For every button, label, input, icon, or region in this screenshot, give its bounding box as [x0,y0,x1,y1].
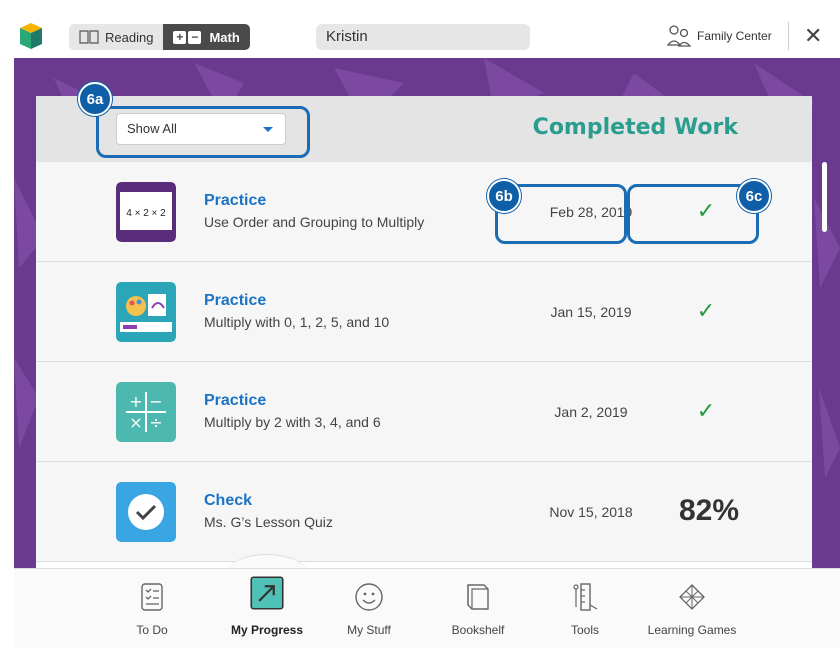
callout-badge-6b: 6b [487,179,521,213]
family-center-button[interactable]: Family Center [667,25,772,47]
tab-reading-label: Reading [105,29,154,45]
nav-label: My Progress [230,623,304,637]
nav-label: To Do [136,623,168,637]
quiz-score: 82% [678,494,740,527]
nav-label: Learning Games [647,623,737,637]
svg-text:×: × [129,413,142,432]
list-item[interactable]: Practice Multiply with 0, 1, 2, 5, and 1… [36,262,812,362]
calculator-icon: + − × ÷ [116,382,176,442]
triangles-icon [679,584,705,610]
family-center-label: Family Center [697,29,772,43]
activity-type[interactable]: Practice [204,292,266,310]
progress-arrow-icon [250,576,284,610]
nav-item-my-progress[interactable]: My Progress [217,569,317,648]
tab-reading[interactable]: Reading [69,24,164,50]
svg-text:−: − [149,392,162,411]
nav-item-to-do[interactable]: To Do [102,569,202,648]
list-item[interactable]: + − × ÷ Practice Multiply by 2 with 3, 4… [36,362,812,462]
plus-minus-icon: + − [173,30,203,44]
ruler-icon [573,583,598,611]
close-icon[interactable]: ✕ [804,23,822,49]
check-icon: ✓ [696,298,716,323]
multiplication-card-icon: 4 × 2 × 2 [116,182,176,242]
activity-type[interactable]: Check [204,492,252,510]
activity-description: Multiply with 0, 1, 2, 5, and 10 [204,314,390,330]
checklist-icon [141,583,163,611]
check-icon: ✓ [696,398,716,423]
nav-item-learning-games[interactable]: Learning Games [642,569,742,648]
nav-label: Bookshelf [451,623,505,637]
smiley-icon [355,583,383,611]
bottom-nav: To Do My Progress My Stuff Bookshelf Too… [14,568,840,648]
activity-description: Ms. G’s Lesson Quiz [204,514,333,530]
nav-item-my-stuff[interactable]: My Stuff [319,569,419,648]
callout-badge-6a: 6a [78,82,112,116]
callout-filter-box [96,106,310,158]
nav-item-bookshelf[interactable]: Bookshelf [428,569,528,648]
subject-toggle: Reading + − Math [69,24,250,50]
nav-label: My Stuff [347,623,391,637]
completion-date: Jan 15, 2019 [550,304,632,320]
svg-text:+: + [129,392,142,411]
svg-text:÷: ÷ [149,413,162,432]
completion-date: Nov 15, 2018 [549,504,633,520]
activity-type[interactable]: Practice [204,392,266,410]
list-item[interactable]: Check Ms. G’s Lesson Quiz Nov 15, 2018 8… [36,462,812,562]
callout-badge-6c: 6c [737,179,771,213]
nav-label: Tools [570,623,599,637]
scrollbar[interactable] [822,162,827,232]
card-text: 4 × 2 × 2 [126,208,166,219]
activity-type[interactable]: Practice [204,192,266,210]
top-bar: Reading + − Math Kristin Family Center ✕ [14,14,840,59]
logo-icon [20,23,42,49]
student-name[interactable]: Kristin [316,24,530,50]
divider [788,22,789,50]
people-icon [667,25,691,47]
activity-description: Use Order and Grouping to Multiply [204,214,425,230]
nav-item-tools[interactable]: Tools [535,569,635,648]
completion-date: Jan 2, 2019 [554,404,628,420]
app-frame: Reading +− Math Kristin Family Center ✕ [14,14,840,648]
activity-description: Multiply by 2 with 3, 4, and 6 [204,414,381,430]
page-title: Completed Work [532,115,738,140]
book-icon [467,584,489,610]
quiz-check-icon [116,482,176,542]
tab-math-label: Math [209,29,240,45]
palette-chameleon-icon [116,282,176,342]
book-icon [79,30,99,44]
completed-work-panel: Show All Completed Work 4 × 2 × 2 Practi… [36,96,812,568]
tab-math[interactable]: + − Math [163,24,250,50]
